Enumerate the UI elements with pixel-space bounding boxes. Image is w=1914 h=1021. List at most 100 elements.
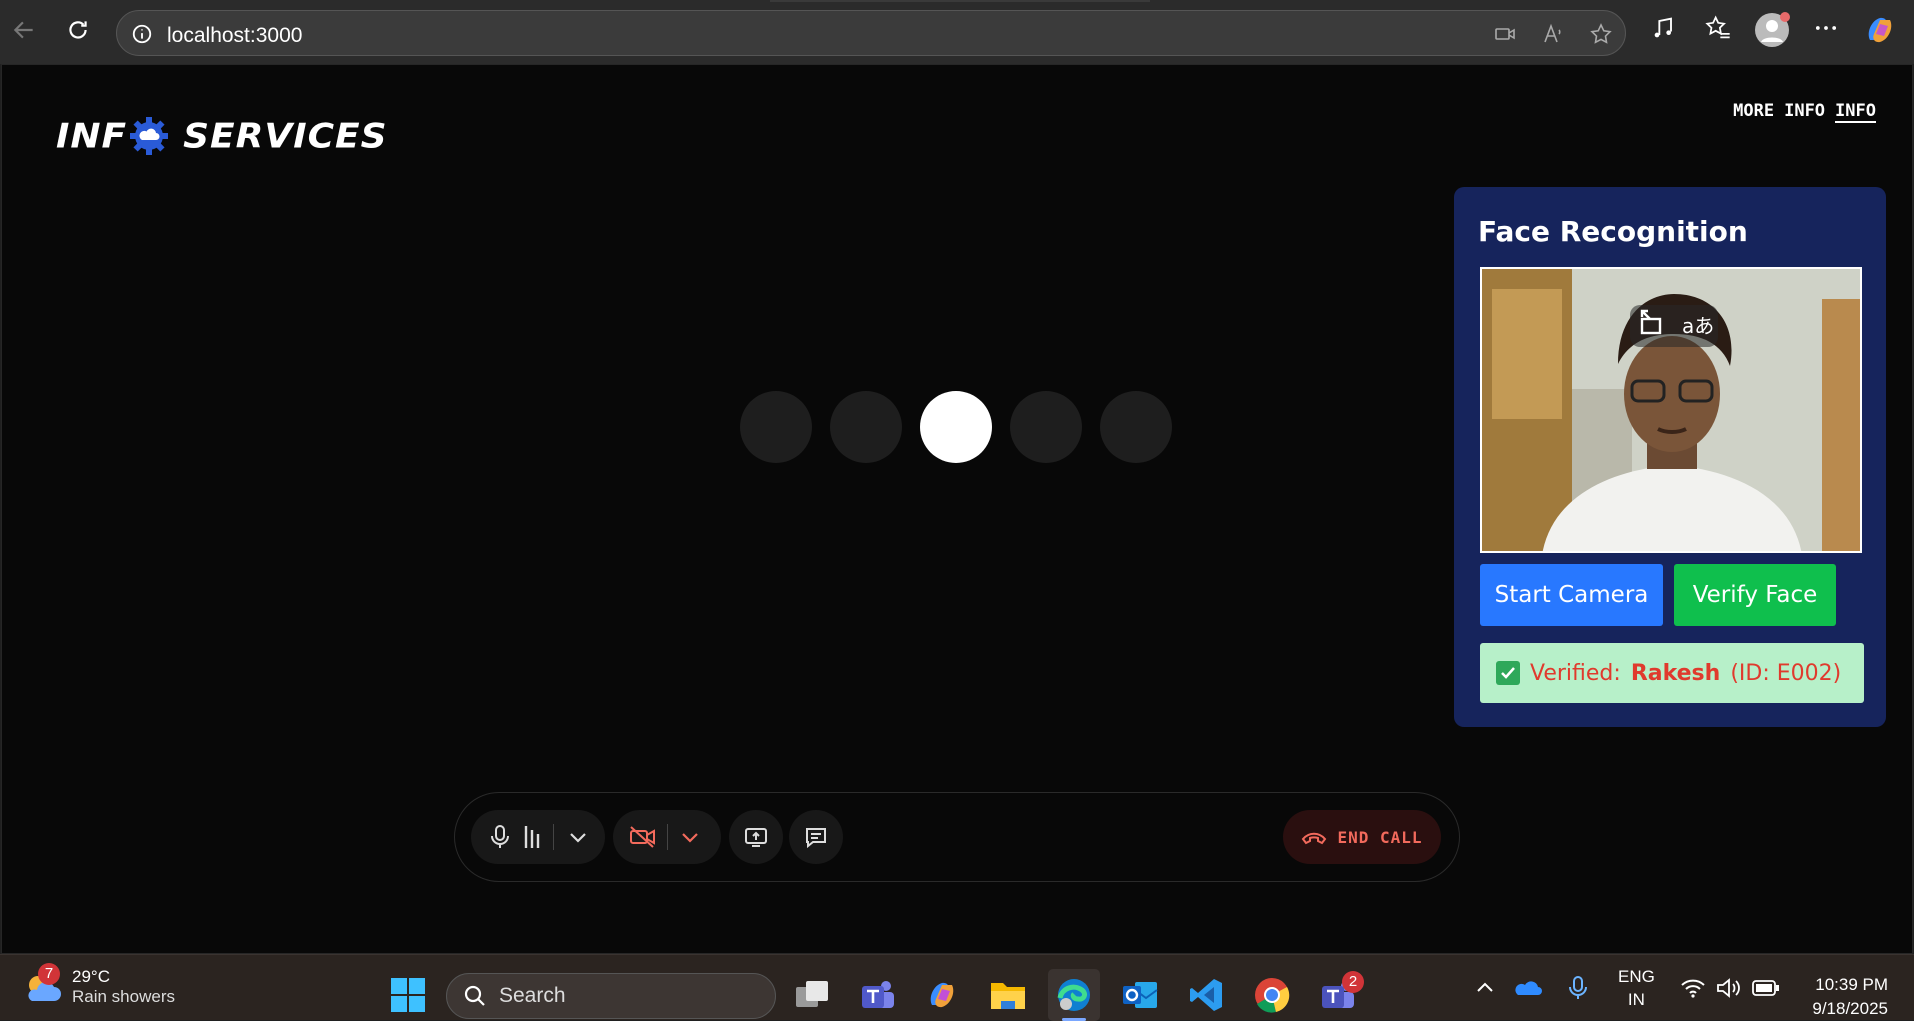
teams-icon [862,981,894,1008]
weather-description: Rain showers [72,987,175,1006]
camera-control-group [613,810,721,864]
camera-off-icon[interactable] [629,825,657,854]
screen-share-icon [745,828,767,847]
taskbar-search[interactable]: Search [446,973,776,1019]
search-icon [464,985,485,1006]
vscode-icon [1190,979,1222,1011]
temperature: 29°C [72,967,110,986]
file-explorer-button[interactable] [982,969,1034,1021]
loader-dot-active [920,391,992,463]
chrome-icon [1255,978,1290,1013]
outlook-icon [1123,982,1158,1008]
verification-status: Verified: Rakesh (ID: E002) [1480,643,1864,703]
time: 10:39 PM [1815,975,1888,994]
copilot-app-button[interactable] [916,969,968,1021]
status-id: (ID: E002) [1730,660,1842,686]
call-controls-bar: END CALL [454,792,1460,882]
chat-icon [806,828,826,849]
microphone-icon[interactable] [489,824,511,855]
loader-dot [1010,391,1082,463]
mic-control-group [471,810,605,864]
start-button[interactable] [382,969,434,1021]
browser-toolbar: localhost:3000 [0,0,1914,64]
loader-dot [830,391,902,463]
copilot-app-icon [930,982,954,1008]
logo[interactable]: INF SERVICES [56,111,388,161]
check-icon [1496,661,1520,685]
svg-text:aあ: aあ [1682,314,1714,338]
panel-title: Face Recognition [1478,215,1748,248]
search-placeholder: Search [499,984,566,1007]
gear-cloud-icon [130,117,169,155]
logo-text-left: INF [56,116,128,156]
edge-app-button[interactable] [1048,969,1100,1021]
onedrive-icon[interactable] [1514,977,1542,1004]
top-nav: MORE INFO INFO [1733,101,1876,123]
teams-notification-badge: 2 [1342,971,1364,993]
microphone-tray-icon[interactable] [1568,975,1588,1006]
address-bar[interactable]: localhost:3000 [116,10,1626,56]
back-button[interactable] [8,14,40,46]
camera-in-use-icon[interactable] [1493,22,1517,51]
teams-work-app-button[interactable]: 2 [1312,969,1364,1021]
language-top: ENG [1618,967,1655,986]
chat-button[interactable] [789,810,843,864]
logo-text-right: SERVICES [183,116,388,156]
camera-feed-image: aあ [1482,269,1860,551]
nav-link-more[interactable]: MORE [1733,101,1774,123]
wifi-icon[interactable] [1680,977,1706,1004]
site-info-icon[interactable] [131,23,153,50]
audio-level-icon [523,824,541,855]
camera-feed: aあ [1480,267,1862,553]
weather-icon: 7 [22,963,64,1009]
vscode-app-button[interactable] [1180,969,1232,1021]
weather-widget[interactable]: 7 29°C Rain showers [22,963,175,1009]
tab-strip-edge [770,0,1150,2]
show-hidden-icons-chevron-icon[interactable] [1474,977,1496,1004]
clock[interactable]: 10:39 PM 9/18/2025 [1812,973,1888,1021]
mic-options-chevron-icon[interactable] [567,826,589,853]
divider [667,824,668,850]
end-call-button[interactable]: END CALL [1283,810,1441,864]
volume-icon[interactable] [1716,977,1742,1004]
url-text[interactable]: localhost:3000 [167,24,302,48]
windows-icon [391,978,425,1012]
nav-link-info-active[interactable]: INFO [1835,101,1876,123]
loader-dot [1100,391,1172,463]
os-taskbar: 7 29°C Rain showers Search 2 ENG IN 10:3… [0,954,1914,1021]
folder-icon [991,983,1025,1009]
refresh-button[interactable] [62,14,94,46]
profile-avatar[interactable] [1754,12,1790,53]
status-name: Rakesh [1630,660,1721,686]
language-indicator[interactable]: ENG IN [1618,965,1655,1011]
loader-dot [740,391,812,463]
status-prefix: Verified: [1530,660,1621,686]
date: 9/18/2025 [1812,999,1888,1018]
verify-face-button[interactable]: Verify Face [1674,564,1836,626]
media-icon[interactable] [1650,14,1678,47]
loading-indicator [740,391,1172,463]
language-bottom: IN [1627,990,1645,1009]
more-menu-icon[interactable] [1812,14,1840,47]
camera-options-chevron-icon[interactable] [679,826,701,853]
battery-icon[interactable] [1752,979,1780,1002]
task-view-button[interactable] [786,969,838,1021]
favorites-icon[interactable] [1704,14,1732,47]
favorite-star-icon[interactable] [1589,22,1613,51]
weather-badge: 7 [38,963,60,985]
screen-share-button[interactable] [729,810,783,864]
chrome-app-button[interactable] [1246,969,1298,1021]
copilot-icon[interactable] [1862,12,1898,53]
hang-up-icon [1302,832,1327,845]
read-aloud-icon[interactable] [1541,22,1565,51]
app-viewport: INF SERVICES MORE INFO INFO Face Recogni… [1,64,1913,954]
end-call-label: END CALL [1337,827,1423,847]
nav-link-info[interactable]: INFO [1784,101,1825,123]
refresh-icon [69,21,87,39]
task-view-icon [796,981,828,1007]
edge-icon [1057,979,1090,1011]
start-camera-button[interactable]: Start Camera [1480,564,1663,626]
outlook-app-button[interactable] [1114,969,1166,1021]
teams-app-button[interactable] [852,969,904,1021]
back-arrow-icon [13,21,33,39]
